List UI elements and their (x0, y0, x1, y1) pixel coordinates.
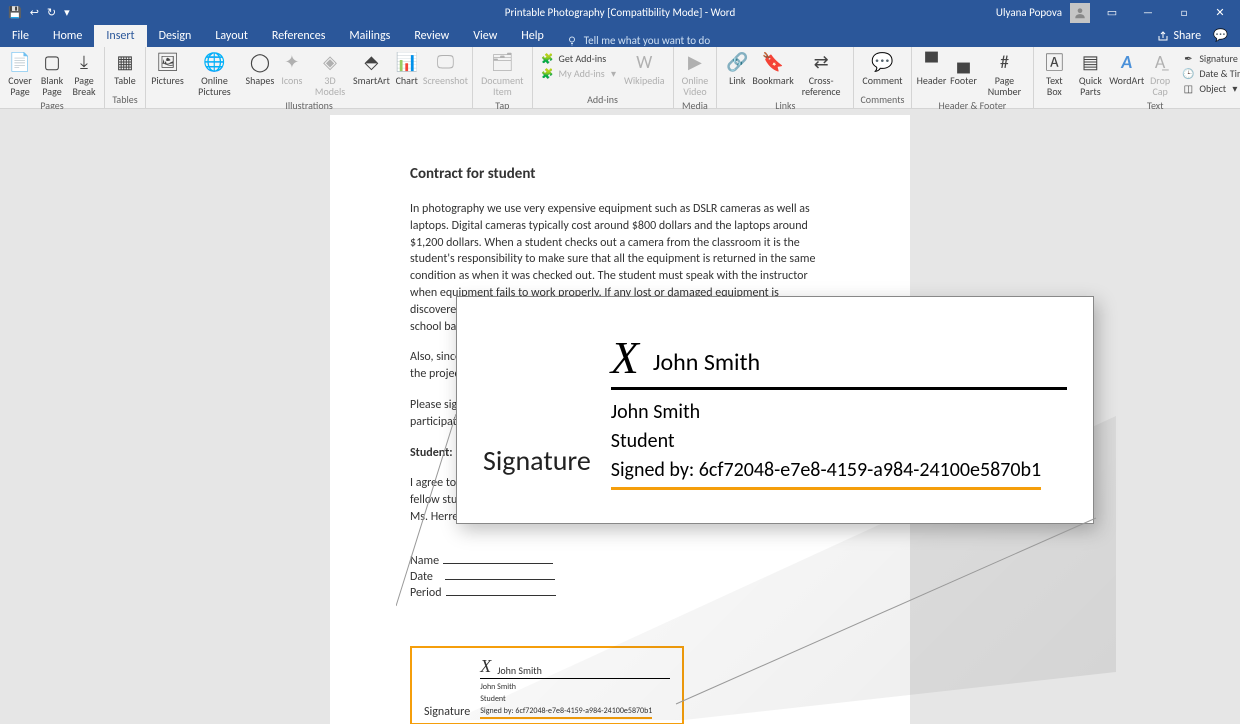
cross-reference-button[interactable]: ⇄Cross-reference (793, 49, 850, 99)
group-tap: 🗂Document Item Tap (473, 47, 532, 108)
signature-name: John Smith (480, 681, 670, 693)
group-comments: 💬Comment Comments (854, 47, 911, 108)
lightbulb-icon (566, 35, 578, 47)
table-button[interactable]: ▦Table (109, 49, 141, 88)
3d-models-button[interactable]: ◈3D Models (308, 49, 352, 99)
group-label: Add-ins (587, 93, 618, 108)
wikipedia-button[interactable]: WWikipedia (620, 49, 669, 88)
group-text: 🄰Text Box ▤Quick Parts AWordArt A̲Drop C… (1034, 47, 1240, 108)
tab-design[interactable]: Design (147, 25, 204, 47)
callout-signed-by: Signed by: 6cf72048-e7e8-4159-a984-24100… (611, 456, 1041, 490)
tab-references[interactable]: References (260, 25, 338, 47)
tab-mailings[interactable]: Mailings (337, 25, 402, 47)
signature-block[interactable]: Signature X John Smith John Smith Studen… (410, 646, 684, 724)
group-tables: ▦Table Tables (105, 47, 146, 108)
pictures-button[interactable]: 🖼Pictures (150, 49, 185, 88)
qat-customize-icon[interactable]: ▾ (64, 6, 70, 19)
close-icon[interactable]: ✕ (1206, 6, 1234, 19)
icons-button[interactable]: ✦Icons (276, 49, 308, 88)
online-video-button[interactable]: ▶Online Video (678, 49, 713, 99)
doc-heading: Contract for student (410, 165, 830, 183)
signature-label: Signature (424, 705, 470, 719)
my-addins-button[interactable]: 🧩My Add-ins ▾ (541, 66, 616, 80)
callout-signer-name: John Smith (611, 398, 1067, 427)
link-button[interactable]: 🔗Link (721, 49, 753, 88)
period-field: Period (410, 586, 830, 600)
ribbon-insert: 📄Cover Page ▢Blank Page ⤓Page Break Page… (0, 47, 1240, 109)
tab-review[interactable]: Review (402, 25, 461, 47)
user-area: Ulyana Popova ▭ — □ ✕ (996, 3, 1240, 23)
user-avatar-icon[interactable] (1070, 3, 1090, 23)
page-break-button[interactable]: ⤓Page Break (68, 49, 100, 99)
callout-signer-role: Student (611, 427, 1067, 456)
share-button[interactable]: Share 💬 (1145, 24, 1240, 47)
drop-cap-button[interactable]: A̲Drop Cap (1143, 49, 1177, 99)
tab-home[interactable]: Home (41, 25, 94, 47)
minimize-icon[interactable]: — (1134, 6, 1162, 19)
signature-line-button[interactable]: ✒Signature Line ▾ (1181, 51, 1240, 65)
group-links: 🔗Link 🔖Bookmark ⇄Cross-reference Links (717, 47, 854, 108)
tab-layout[interactable]: Layout (203, 25, 260, 47)
header-button[interactable]: ▀Header (916, 49, 948, 88)
group-pages: 📄Cover Page ▢Blank Page ⤓Page Break Page… (0, 47, 105, 108)
group-illustrations: 🖼Pictures 🌐Online Pictures ◯Shapes ✦Icon… (146, 47, 473, 108)
save-icon[interactable]: 💾 (8, 6, 22, 19)
quick-parts-button[interactable]: ▤Quick Parts (1070, 49, 1110, 99)
group-label: Comments (860, 93, 904, 108)
share-icon (1157, 30, 1169, 42)
shapes-button[interactable]: ◯Shapes (244, 49, 276, 88)
comments-pane-icon[interactable]: 💬 (1213, 28, 1228, 43)
smartart-button[interactable]: ⬘SmartArt (352, 49, 391, 88)
bookmark-button[interactable]: 🔖Bookmark (753, 49, 793, 88)
tab-file[interactable]: File (0, 25, 41, 47)
screenshot-button[interactable]: 🖵Screenshot (423, 49, 468, 88)
comment-button[interactable]: 💬Comment (858, 49, 906, 88)
get-addins-button[interactable]: 🧩Get Add-ins (541, 51, 616, 65)
tell-me-label: Tell me what you want to do (584, 34, 710, 47)
document-item-button[interactable]: 🗂Document Item (477, 49, 527, 99)
date-field: Date (410, 570, 830, 584)
tab-help[interactable]: Help (509, 25, 556, 47)
callout-signature-label: Signature (483, 443, 591, 478)
signature-role: Student (480, 693, 670, 705)
redo-icon[interactable]: ↻ (47, 6, 56, 19)
blank-page-button[interactable]: ▢Blank Page (36, 49, 68, 99)
chart-button[interactable]: 📊Chart (391, 49, 423, 88)
quick-access-toolbar: 💾 ↩ ↻ ▾ (0, 6, 78, 19)
online-pictures-button[interactable]: 🌐Online Pictures (185, 49, 244, 99)
group-header-footer: ▀Header ▄Footer #Page Number Header & Fo… (912, 47, 1035, 108)
date-time-button[interactable]: 🕒Date & Time (1181, 66, 1240, 80)
signature-x-icon: X (480, 656, 491, 677)
share-label: Share (1173, 29, 1201, 43)
footer-button[interactable]: ▄Footer (948, 49, 980, 88)
undo-icon[interactable]: ↩ (30, 6, 39, 19)
window-title: Printable Photography [Compatibility Mod… (505, 6, 735, 19)
page-number-button[interactable]: #Page Number (980, 49, 1030, 99)
group-media: ▶Online Video Media (674, 47, 718, 108)
tab-insert[interactable]: Insert (94, 25, 146, 47)
signature-callout: Signature X John Smith John Smith Studen… (456, 296, 1094, 524)
ribbon-tabs: File Home Insert Design Layout Reference… (0, 25, 1240, 47)
tab-view[interactable]: View (461, 25, 509, 47)
title-bar: 💾 ↩ ↻ ▾ Printable Photography [Compatibi… (0, 0, 1240, 25)
callout-typed-name: John Smith (653, 348, 760, 381)
user-name: Ulyana Popova (996, 6, 1062, 19)
group-label: Tables (112, 93, 137, 108)
signature-typed-name: John Smith (497, 664, 542, 677)
text-box-button[interactable]: 🄰Text Box (1038, 49, 1070, 99)
group-addins: 🧩Get Add-ins 🧩My Add-ins ▾ WWikipedia Ad… (533, 47, 674, 108)
tell-me-search[interactable]: Tell me what you want to do (556, 34, 720, 47)
object-button[interactable]: ◫Object ▾ (1181, 81, 1240, 95)
name-field: Name (410, 554, 830, 568)
ribbon-display-icon[interactable]: ▭ (1098, 6, 1126, 19)
cover-page-button[interactable]: 📄Cover Page (4, 49, 36, 99)
callout-x-icon: X (611, 335, 639, 381)
maximize-icon[interactable]: □ (1170, 6, 1198, 19)
signature-signed-by: Signed by: 6cf72048-e7e8-4159-a984-24100… (480, 705, 652, 719)
wordart-button[interactable]: AWordArt (1110, 49, 1143, 88)
